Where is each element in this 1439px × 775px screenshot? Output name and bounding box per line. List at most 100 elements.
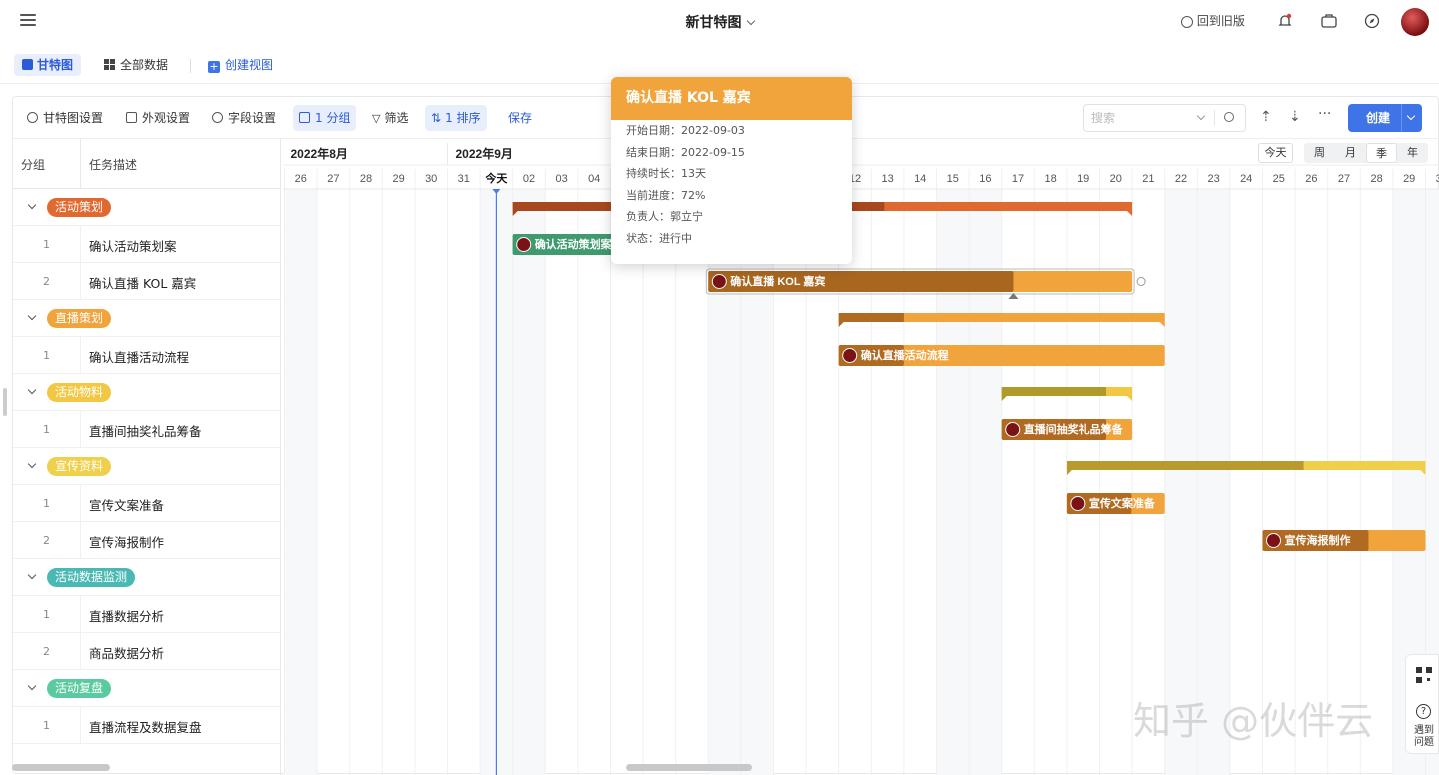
page-title-text[interactable]: 新甘特图 [686,15,742,31]
task-label[interactable]: 直播间抽奖礼品筹备 [89,421,202,440]
avatar[interactable] [1401,8,1429,36]
group-button[interactable]: 1 分组 [293,105,356,131]
gantt-chart[interactable]: 2022年8月2022年9月262728293031今天020304050607… [283,139,1439,775]
group-tag: 活动数据监测 [47,568,135,587]
chevron-down-icon[interactable] [28,312,36,320]
task-bar-label: 直播间抽奖礼品筹备 [1024,422,1124,436]
group-row[interactable]: 活动复盘 [13,670,281,707]
task-bar-label: 宣传文案准备 [1089,496,1156,510]
owner-avatar [1006,423,1020,437]
bell-icon[interactable] [1278,13,1292,32]
row-number: 2 [13,275,80,288]
chevron-down-icon[interactable] [28,386,36,394]
help-label[interactable]: 遇到问题 [1410,725,1438,749]
settings-icon [212,112,223,123]
task-row[interactable]: 2商品数据分析 [13,633,281,670]
download-icon[interactable]: ⇣ [1289,109,1301,125]
popup-status: 状态：进行中 [611,228,852,250]
chevron-down-icon[interactable] [1197,112,1205,120]
summary-cap [1127,211,1132,216]
scale-option[interactable]: 年 [1397,143,1428,163]
gantt-settings-button[interactable]: 甘特图设置 [21,105,109,131]
task-row[interactable]: 1宣传文案准备 [13,485,281,522]
chevron-down-icon[interactable] [28,201,36,209]
group-row[interactable]: 活动物料 [13,374,281,411]
task-row[interactable]: 1直播流程及数据复盘 [13,707,281,744]
group-row[interactable]: 活动策划 [13,189,281,226]
create-button[interactable]: 创建 [1348,104,1422,132]
sort-icon: ⇅ [431,105,441,131]
left-scrollbar[interactable] [12,764,110,771]
save-button[interactable]: 保存 [502,105,538,131]
day-label: 17 [1012,173,1024,185]
menu-icon[interactable] [20,14,36,28]
weekend-column [513,189,546,775]
tab-gantt-label: 甘特图 [37,58,73,72]
task-label[interactable]: 确认直播活动流程 [89,347,189,366]
popup-duration: 持续时长：13天 [611,163,852,185]
task-row[interactable]: 1直播间抽奖礼品筹备 [13,411,281,448]
scale-option[interactable]: 月 [1335,143,1366,163]
back-to-old-version-button[interactable]: 回到旧版 [1181,12,1245,29]
chevron-down-icon[interactable] [746,17,754,25]
upload-icon[interactable]: ⇡ [1260,109,1272,125]
task-detail-popup: 确认直播 KOL 嘉宾 开始日期：2022-09-03 结束日期：2022-09… [611,77,852,264]
compass-icon[interactable] [1364,13,1380,32]
day-label: 14 [914,173,926,185]
task-label[interactable]: 宣传文案准备 [89,495,164,514]
popup-end-date: 结束日期：2022-09-15 [611,142,852,164]
day-label: 26 [295,173,307,185]
filter-button[interactable]: ▽筛选 [366,105,414,131]
sort-button[interactable]: ⇅1 排序 [425,105,487,131]
field-settings-button[interactable]: 字段设置 [206,105,282,131]
task-bar-label: 确认活动策划案 [535,237,613,251]
gear-icon [27,112,38,123]
tab-all-data[interactable]: 全部数据 [96,54,176,76]
gantt-canvas[interactable]: 2022年8月2022年9月262728293031今天020304050607… [283,139,1439,775]
briefcase-icon[interactable] [1321,14,1337,31]
scale-option[interactable]: 周 [1304,143,1335,163]
summary-cap [1127,396,1132,401]
search-input[interactable]: 搜索 [1083,104,1246,132]
task-label[interactable]: 确认直播 KOL 嘉宾 [89,273,196,292]
task-label[interactable]: 直播数据分析 [89,606,164,625]
task-row[interactable]: 1直播数据分析 [13,596,281,633]
day-label: 18 [1044,173,1056,185]
create-view-button[interactable]: +创建视图 [200,54,281,76]
task-list: 分组 任务描述 活动策划1确认活动策划案2确认直播 KOL 嘉宾直播策划1确认直… [13,139,281,775]
task-row[interactable]: 1确认直播活动流程 [13,337,281,374]
resize-handle[interactable] [3,388,7,416]
chevron-down-icon[interactable] [28,460,36,468]
more-icon[interactable]: ··· [1318,106,1331,122]
task-label[interactable]: 商品数据分析 [89,643,164,662]
chevron-down-icon[interactable] [1407,112,1415,120]
chevron-down-icon[interactable] [28,571,36,579]
task-label[interactable]: 直播流程及数据复盘 [89,717,202,736]
day-label: 03 [555,173,567,185]
group-row[interactable]: 活动数据监测 [13,559,281,596]
gantt-icon [22,59,33,70]
task-label[interactable]: 宣传海报制作 [89,532,164,551]
divider [80,633,81,670]
group-row[interactable]: 直播策划 [13,300,281,337]
task-row[interactable]: 1确认活动策划案 [13,226,281,263]
task-row[interactable]: 2 确认直播 KOL 嘉宾 [13,263,281,300]
summary-cap [1002,396,1007,401]
weekend-column [1165,189,1198,775]
task-label[interactable]: 确认活动策划案 [89,236,177,255]
task-row[interactable]: 2宣传海报制作 [13,522,281,559]
chevron-down-icon[interactable] [28,682,36,690]
owner-avatar [712,275,726,289]
today-button[interactable]: 今天 [1258,143,1293,163]
task-bar-label: 确认直播 KOL 嘉宾 [730,274,825,288]
appearance-settings-button[interactable]: 外观设置 [120,105,196,131]
scale-option[interactable]: 季 [1366,143,1397,163]
help-icon[interactable]: ? [1416,704,1431,719]
qr-code-icon[interactable] [1416,667,1432,683]
day-label: 27 [327,173,339,185]
group-row[interactable]: 宣传资料 [13,448,281,485]
tab-gantt[interactable]: 甘特图 [14,54,81,76]
search-icon[interactable] [1224,112,1234,122]
popup-start-date: 开始日期：2022-09-03 [611,120,852,142]
chart-scrollbar[interactable] [626,764,752,771]
